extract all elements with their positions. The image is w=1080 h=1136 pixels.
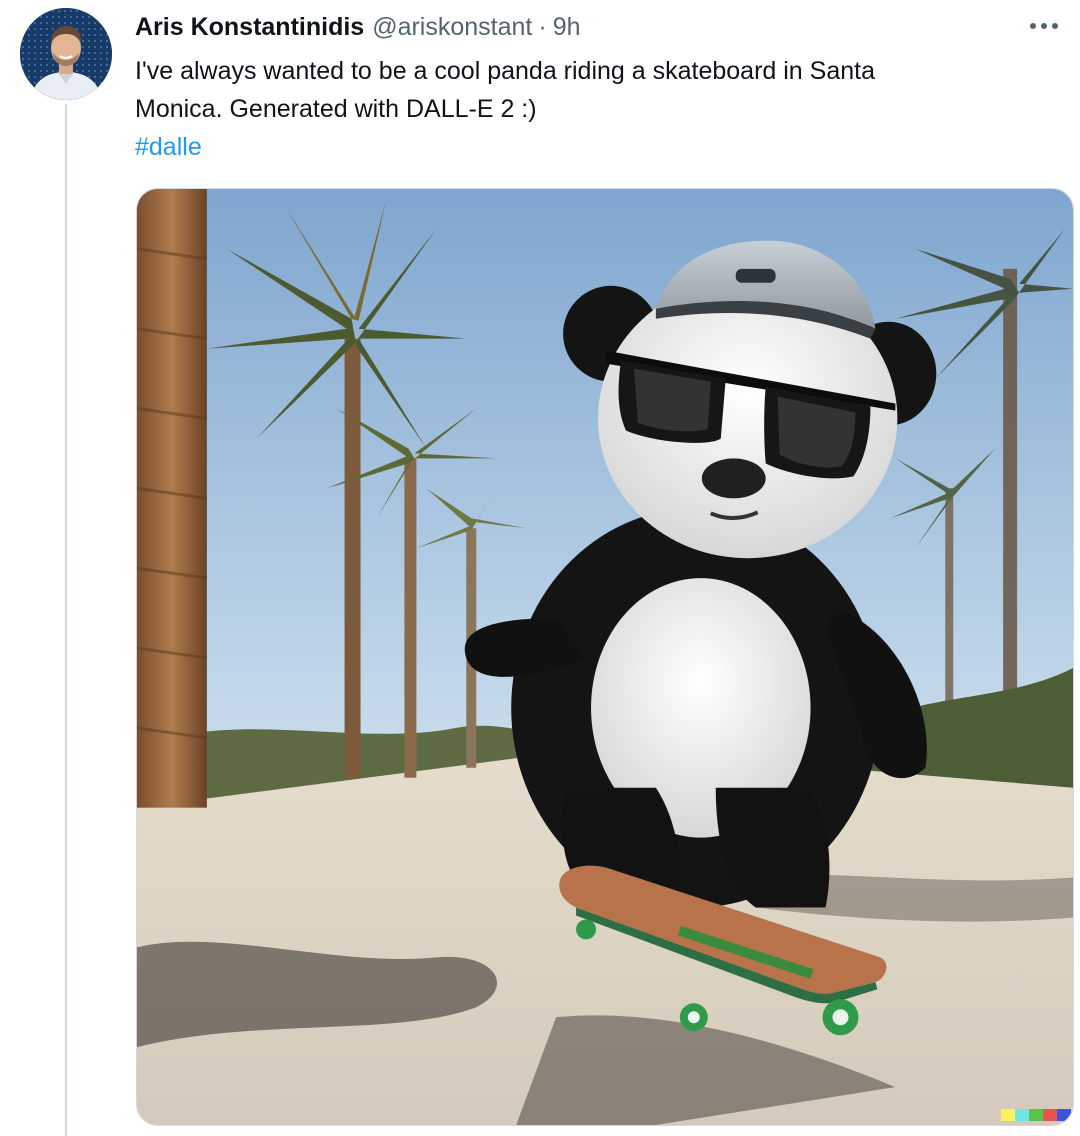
avatar-image [20,8,112,100]
panda-image [137,189,1073,1125]
more-options-button[interactable] [1024,14,1064,38]
tweet[interactable]: Aris Konstantinidis @ariskonstant · 9h I… [0,0,1080,1136]
user-handle[interactable]: @ariskonstant [372,10,532,44]
separator-dot: · [538,13,547,41]
tweet-text-line-1: I've always wanted to be a cool panda ri… [135,57,875,85]
display-name[interactable]: Aris Konstantinidis [135,10,364,44]
tweet-media[interactable] [136,188,1074,1126]
timestamp[interactable]: 9h [553,10,581,44]
more-horizontal-icon [1030,23,1036,29]
tweet-text-line-2: Monica. Generated with DALL-E 2 :) [135,95,537,123]
hashtag-link[interactable]: #dalle [135,128,202,166]
thread-line [65,104,67,1136]
avatar[interactable] [20,8,112,100]
dalle-watermark [1001,1109,1072,1122]
tweet-text: I've always wanted to be a cool panda ri… [135,52,1035,166]
tweet-header: Aris Konstantinidis @ariskonstant · 9h [135,10,1000,44]
